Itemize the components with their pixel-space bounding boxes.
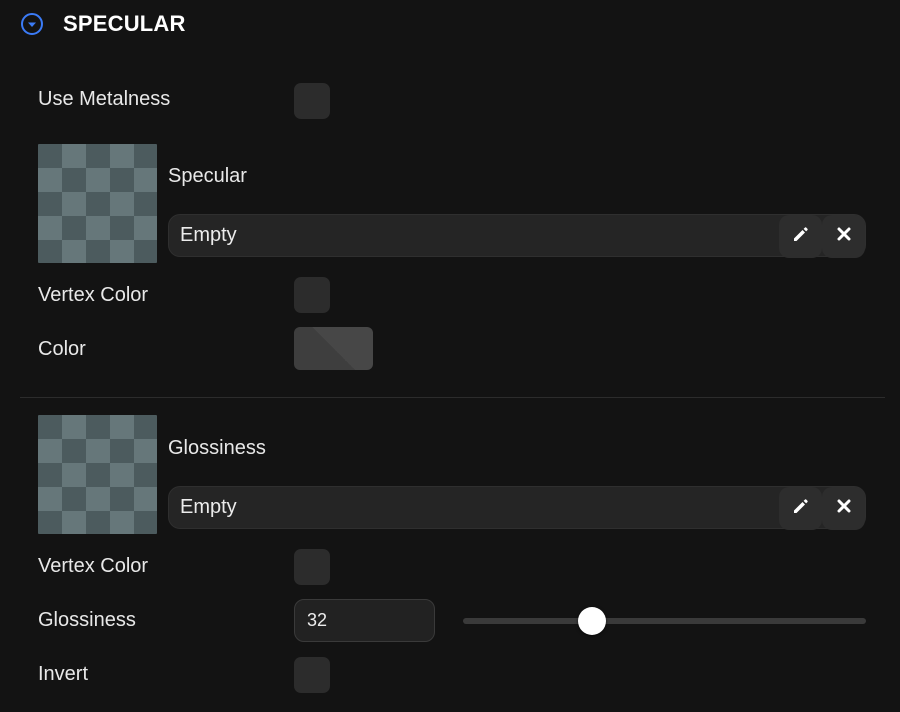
- glossiness-texture-thumbnail[interactable]: [38, 415, 157, 534]
- glossiness-map-label: Glossiness: [168, 437, 266, 459]
- glossiness-vertex-color-checkbox[interactable]: [294, 549, 330, 585]
- use-metalness-label: Use Metalness: [38, 88, 171, 110]
- section-header[interactable]: SPECULAR: [20, 10, 186, 38]
- glossiness-slider-thumb[interactable]: [577, 607, 606, 635]
- glossiness-vertex-color-label: Vertex Color: [38, 555, 149, 577]
- use-metalness-checkbox[interactable]: [294, 83, 330, 119]
- glossiness-map-value: Empty: [180, 496, 237, 518]
- glossiness-map-edit-button[interactable]: [779, 487, 822, 530]
- specular-map-label: Specular: [168, 165, 247, 187]
- specular-vertex-color-checkbox[interactable]: [294, 277, 330, 313]
- glossiness-value-label: Glossiness: [38, 609, 136, 631]
- specular-color-label: Color: [38, 338, 86, 360]
- specular-map-field[interactable]: Empty: [168, 214, 866, 258]
- glossiness-map-field[interactable]: Empty: [168, 486, 866, 530]
- pencil-icon: [791, 224, 811, 249]
- pencil-icon: [791, 496, 811, 521]
- section-divider: [20, 397, 885, 398]
- glossiness-slider-track: [463, 618, 866, 624]
- close-icon: [836, 226, 852, 247]
- close-icon: [836, 498, 852, 519]
- specular-color-swatch[interactable]: [294, 327, 373, 370]
- invert-checkbox[interactable]: [294, 657, 330, 693]
- glossiness-slider[interactable]: [463, 604, 866, 638]
- invert-label: Invert: [38, 663, 89, 685]
- glossiness-number-input[interactable]: [294, 599, 435, 642]
- section-title: SPECULAR: [63, 11, 186, 36]
- specular-vertex-color-label: Vertex Color: [38, 284, 149, 306]
- specular-texture-thumbnail[interactable]: [38, 144, 157, 263]
- specular-map-clear-button[interactable]: [822, 215, 865, 258]
- specular-map-edit-button[interactable]: [779, 215, 822, 258]
- chevron-down-circle-icon[interactable]: [20, 12, 44, 36]
- specular-panel: SPECULAR Use Metalness Specular Empty Ve…: [0, 0, 900, 712]
- glossiness-map-clear-button[interactable]: [822, 487, 865, 530]
- specular-map-value: Empty: [180, 224, 237, 246]
